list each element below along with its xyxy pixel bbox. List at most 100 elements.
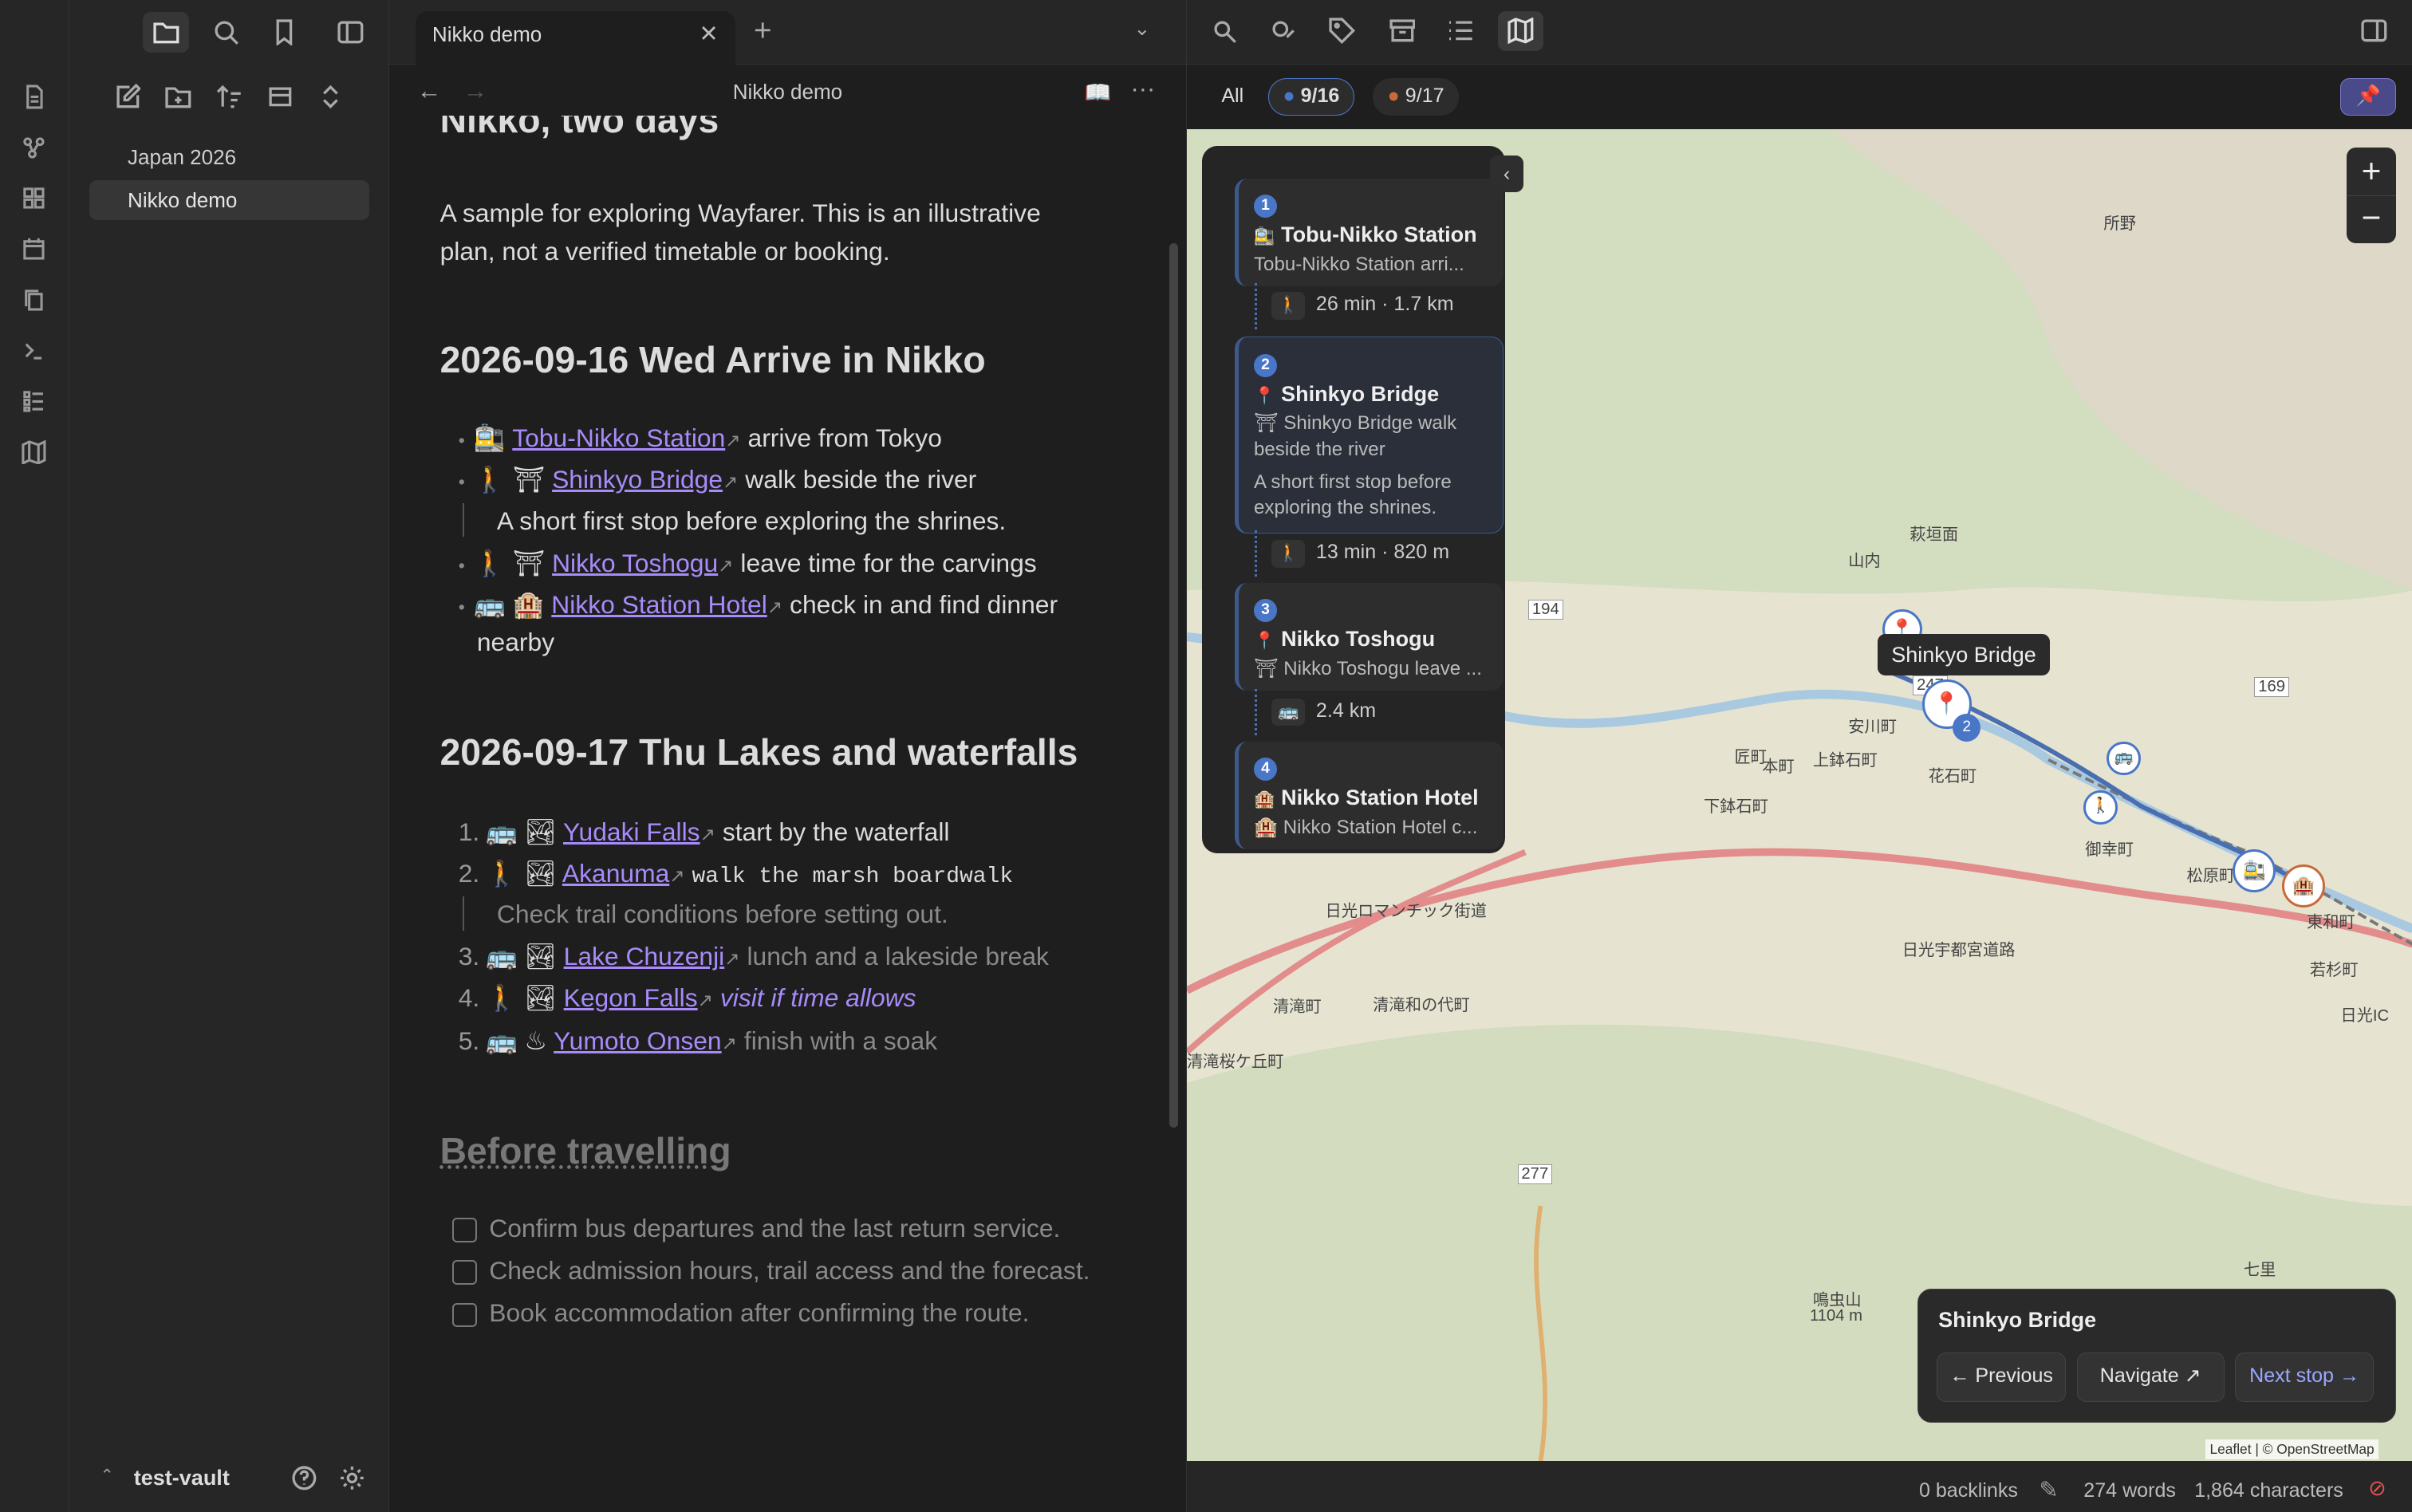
stop-title-text: Shinkyo Bridge <box>1281 381 1440 406</box>
sidebar-item-nikko-demo[interactable]: Nikko demo <box>89 179 369 220</box>
stop-card[interactable]: 2 📍 Shinkyo Bridge ⛩ Shinkyo Bridge walk be… <box>1234 337 1504 534</box>
sidebar-item-japan-2026[interactable]: Japan 2026 <box>89 137 369 177</box>
search-icon[interactable] <box>203 12 250 52</box>
stop-emoji: 📍 <box>1254 386 1275 405</box>
item-description: visit if time allows <box>719 983 916 1013</box>
editor-pane: Nikko demo ✕ + ⌄ ← → Nikko demo 📖 ··· Nik… <box>388 0 1186 1512</box>
expand-collapse-icon[interactable] <box>308 77 354 116</box>
map-marker-number: 2 <box>1953 713 1981 742</box>
map-place-label: 御幸町 <box>2085 841 2134 860</box>
list-note: A short first stop before exploring the … <box>496 506 1007 535</box>
filter-label: 9/16 <box>1300 85 1340 108</box>
map-marker-hotel[interactable]: 🏨 <box>2282 864 2326 908</box>
place-link[interactable]: Lake Chuzenji <box>564 942 725 971</box>
tag-icon[interactable] <box>1319 11 1366 51</box>
place-link[interactable]: Tobu-Nikko Station <box>512 423 725 452</box>
graph-icon[interactable] <box>18 132 49 163</box>
travel-emoji: 🚶 🏞 <box>485 983 557 1013</box>
place-link[interactable]: Akanuma <box>562 859 669 888</box>
ribbon <box>0 0 69 1512</box>
new-file-icon[interactable] <box>18 81 49 112</box>
folder-icon[interactable] <box>143 12 190 53</box>
settings-gear-icon[interactable] <box>329 1458 376 1498</box>
task-text: Confirm bus departures and the last retu… <box>489 1213 1061 1242</box>
place-link[interactable]: Kegon Falls <box>564 983 698 1012</box>
new-folder-icon[interactable] <box>156 77 202 116</box>
new-tab-icon[interactable]: + <box>754 14 772 49</box>
collapse-view-icon[interactable] <box>257 77 303 116</box>
travel-emoji: 🚌 ♨ <box>485 1026 547 1056</box>
sync-error-icon[interactable]: ⊘ <box>2368 1476 2386 1501</box>
map-place-label: 東和町 <box>2306 913 2355 931</box>
map-view-icon[interactable] <box>1497 10 1544 51</box>
next-stop-button[interactable]: Next stop → <box>2235 1353 2374 1402</box>
edit-location-icon[interactable] <box>1261 11 1307 51</box>
external-link-icon: ↗ <box>725 430 741 451</box>
list-item: 4. 🚶 🏞 Kegon Falls↗ visit if time allows <box>459 982 916 1013</box>
chevron-down-icon[interactable]: ⌄ <box>1133 17 1150 41</box>
segment-mode-icon: 🚶 <box>1271 292 1306 321</box>
list-icon[interactable] <box>18 386 49 417</box>
map-icon[interactable] <box>18 437 49 468</box>
task-checkbox[interactable] <box>451 1260 477 1286</box>
place-link[interactable]: Yumoto Onsen <box>554 1026 721 1055</box>
stop-number: 4 <box>1254 758 1277 782</box>
grid-icon[interactable] <box>18 183 49 215</box>
stop-card[interactable]: 4 🏨 Nikko Station Hotel 🏨 Nikko Station Hot… <box>1234 741 1504 849</box>
popup-title: Shinkyo Bridge <box>1938 1308 2097 1333</box>
task-checkbox[interactable] <box>451 1218 477 1243</box>
sidebar-toggle-icon[interactable] <box>328 12 374 52</box>
map-place-label: 花石町 <box>1928 767 1977 786</box>
stop-number: 3 <box>1254 599 1277 623</box>
map-place-label: 匠町 <box>1734 749 1768 767</box>
scrollbar[interactable] <box>1169 242 1179 1128</box>
map-place-label: 若杉町 <box>2309 961 2359 979</box>
map-marker-station[interactable]: 🚉 <box>2233 849 2276 892</box>
item-description: walk beside the river <box>745 465 977 494</box>
pin-toggle-icon[interactable]: 📌 <box>2340 78 2396 116</box>
tab-bar: Nikko demo ✕ + ⌄ <box>388 0 1186 65</box>
vault-name[interactable]: test-vault <box>134 1466 230 1490</box>
bookmark-icon[interactable] <box>262 12 308 52</box>
add-location-icon[interactable] <box>1202 11 1248 51</box>
filter-day2[interactable]: ● 9/17 <box>1373 78 1459 116</box>
new-note-icon[interactable] <box>104 77 151 116</box>
map-canvas[interactable]: 所野 萩垣面 山内 安川町 本町 上鉢石町 花石町 匠町 下鉢石町 御幸町 松原町 東和町 若杉町 清滝町… <box>1186 129 2412 1462</box>
place-link[interactable]: Shinkyo Bridge <box>552 465 723 494</box>
tab-nikko-demo[interactable]: Nikko demo ✕ <box>415 10 735 65</box>
place-link[interactable]: Nikko Toshogu <box>552 549 718 577</box>
place-link[interactable]: Yudaki Falls <box>563 817 700 846</box>
previous-button[interactable]: ← Previous <box>1937 1353 2067 1402</box>
map-marker-bus[interactable]: 🚌 <box>2107 741 2141 775</box>
backlinks-count[interactable]: 0 backlinks <box>1919 1479 2018 1502</box>
list-continuation: nearby <box>476 627 555 656</box>
archive-icon[interactable] <box>1379 11 1425 51</box>
zoom-in-button[interactable]: + <box>2347 148 2396 195</box>
navigate-button[interactable]: Navigate ↗ <box>2076 1353 2225 1402</box>
vault-switch-icon[interactable]: ⌃ <box>100 1466 114 1486</box>
calendar-icon[interactable] <box>18 234 49 265</box>
close-icon[interactable]: ✕ <box>699 11 718 59</box>
filter-day1[interactable]: ● 9/16 <box>1268 78 1354 116</box>
map-marker-walk[interactable]: 🚶 <box>2083 790 2118 825</box>
task-checkbox[interactable] <box>451 1302 477 1328</box>
travel-emoji: 🚶 ⛩ <box>474 548 546 577</box>
stop-card[interactable]: 1 🚉 Tobu-Nikko Station Tobu-Nikko Station a… <box>1234 178 1504 286</box>
zoom-out-button[interactable]: − <box>2347 195 2396 243</box>
stop-card[interactable]: 3 📍 Nikko Toshogu ⛩ Nikko Toshogu leave ... <box>1234 582 1504 691</box>
place-link[interactable]: Nikko Station Hotel <box>551 590 767 619</box>
editor-content[interactable]: Nikko, two days A sample for exploring W… <box>389 116 1174 1512</box>
edit-pencil-icon[interactable]: ✎ <box>2039 1476 2058 1504</box>
copy-icon[interactable] <box>18 285 49 316</box>
filter-all[interactable]: All <box>1207 78 1259 115</box>
terminal-icon[interactable] <box>18 335 49 366</box>
stop-title-text: Nikko Toshogu <box>1281 627 1436 652</box>
sort-icon[interactable] <box>206 77 252 116</box>
reading-view-icon[interactable]: 📖 <box>1085 80 1112 105</box>
view-title: Nikko demo <box>732 80 843 104</box>
more-options-icon[interactable]: ··· <box>1131 74 1156 103</box>
stop-title-text: Nikko Station Hotel <box>1281 785 1479 809</box>
help-icon[interactable] <box>282 1458 328 1498</box>
list-view-icon[interactable] <box>1437 11 1484 51</box>
right-sidebar-toggle-icon[interactable] <box>2351 11 2398 51</box>
